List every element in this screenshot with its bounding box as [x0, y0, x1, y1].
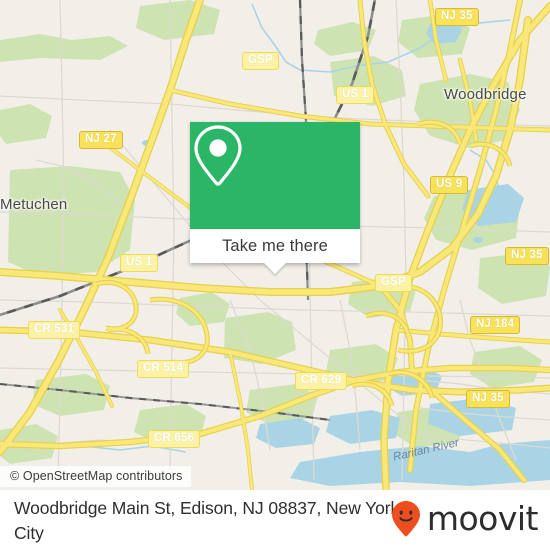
take-me-there-button[interactable]: Take me there [190, 229, 360, 274]
place-label-metuchen: Metuchen [0, 196, 68, 213]
route-shield-nj184[interactable]: NJ 184 [470, 316, 521, 334]
place-label-woodbridge: Woodbridge [444, 86, 527, 103]
moovit-smiley-pin-icon [391, 501, 420, 537]
moovit-logo[interactable]: moovit [391, 499, 539, 538]
location-callout[interactable]: Take me there [190, 122, 360, 274]
location-pin-icon [194, 125, 242, 186]
route-shield-nj35-south[interactable]: NJ 35 [466, 390, 510, 408]
route-shield-cr656[interactable]: CR 656 [148, 430, 201, 448]
route-shield-cr514[interactable]: CR 514 [137, 360, 190, 378]
address-text: Woodbridge Main St, Edison, NJ 08837, Ne… [14, 498, 400, 543]
osm-attribution[interactable]: © OpenStreetMap contributors [0, 466, 191, 487]
route-shield-us9[interactable]: US 9 [430, 176, 469, 194]
map-screenshot: Woodbridge Metuchen Raritan River NJ 35 … [0, 0, 550, 550]
route-shield-cr531[interactable]: CR 531 [28, 321, 81, 339]
callout-pin-panel [190, 122, 360, 229]
route-shield-nj35-north[interactable]: NJ 35 [435, 8, 479, 26]
callout-tail [264, 263, 286, 274]
route-shield-gsp-north[interactable]: GSP [242, 52, 279, 70]
route-shield-us1-north[interactable]: US 1 [336, 86, 375, 104]
route-shield-cr629[interactable]: CR 629 [295, 372, 348, 390]
map-canvas[interactable]: Woodbridge Metuchen Raritan River NJ 35 … [0, 0, 550, 490]
route-shield-nj27[interactable]: NJ 27 [79, 131, 123, 149]
moovit-wordmark: moovit [426, 499, 539, 538]
route-shield-gsp-center[interactable]: GSP [375, 274, 412, 292]
route-shield-us1-west[interactable]: US 1 [120, 254, 159, 272]
route-shield-nj35-east[interactable]: NJ 35 [505, 247, 549, 265]
take-me-there-label: Take me there [222, 236, 328, 255]
